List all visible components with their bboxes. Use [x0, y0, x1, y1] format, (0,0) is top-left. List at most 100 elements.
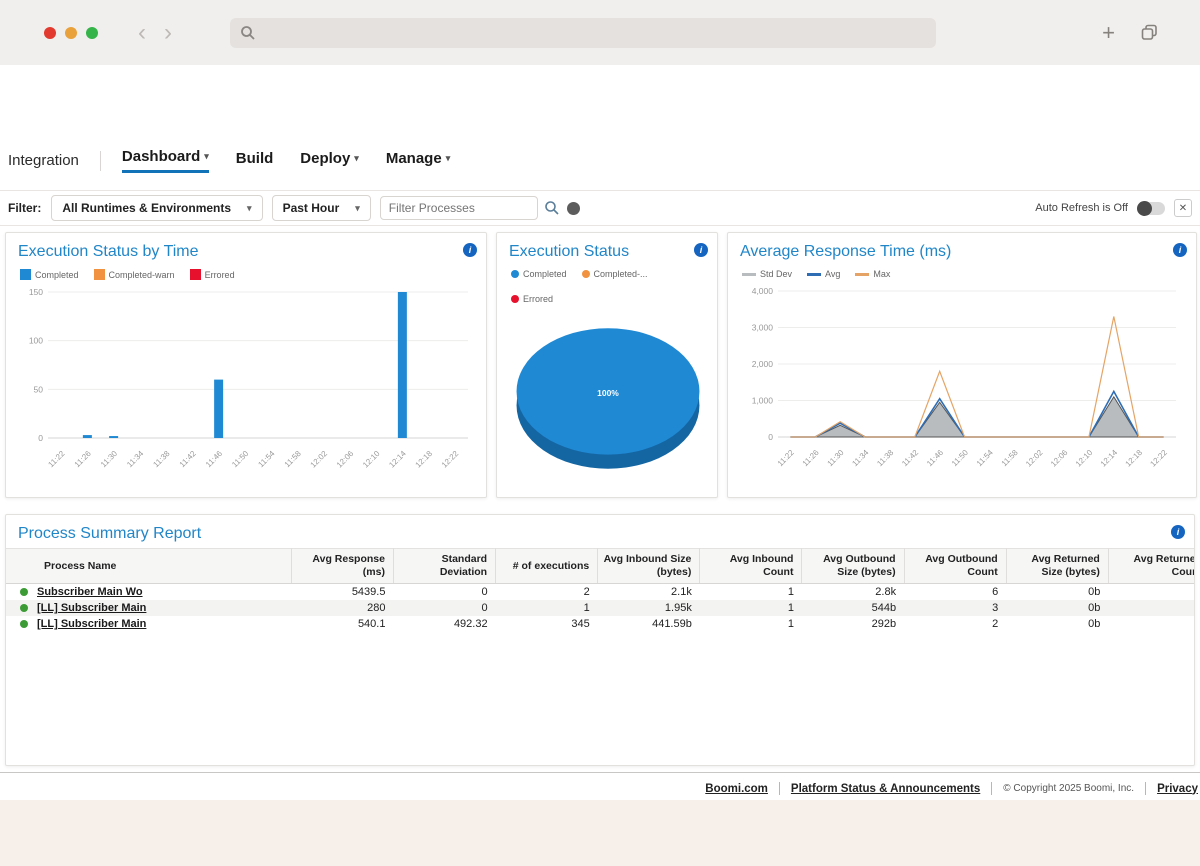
svg-text:4,000: 4,000 — [752, 286, 774, 296]
process-name-link[interactable]: [LL] Subscriber Main — [37, 602, 146, 614]
nav-item-label: Build — [236, 150, 274, 167]
chevron-down-icon: ▾ — [354, 153, 359, 163]
legend-item: Completed-warn — [94, 269, 175, 280]
legend-swatch — [582, 270, 590, 278]
filter-processes-input[interactable] — [380, 196, 538, 220]
main-nav: Dashboard ▾ Build Deploy▾ Manage ▾ — [122, 148, 450, 173]
maximize-window-button[interactable] — [86, 27, 98, 39]
svg-text:11:26: 11:26 — [801, 448, 821, 468]
process-name-cell: Subscriber Main Wo — [6, 584, 291, 601]
column-header[interactable]: Avg Inbound Count — [700, 549, 802, 584]
svg-text:12:02: 12:02 — [309, 449, 330, 470]
time-dropdown-value: Past Hour — [283, 201, 340, 215]
svg-text:2,000: 2,000 — [752, 359, 774, 369]
footer-divider — [1145, 782, 1146, 795]
bar-chart: 05010015011:2211:2611:3011:3411:3811:421… — [18, 284, 476, 486]
runtimes-environments-dropdown[interactable]: All Runtimes & Environments ▾ — [51, 195, 262, 221]
svg-text:12:14: 12:14 — [1099, 448, 1120, 469]
column-header[interactable]: Avg Outbound Size (bytes) — [802, 549, 904, 584]
info-icon[interactable]: i — [1171, 525, 1185, 539]
average-response-time-card: Average Response Time (ms) i Std DevAvgM… — [727, 232, 1197, 498]
legend-swatch — [511, 295, 519, 303]
nav-item-label: Manage — [386, 150, 442, 167]
auto-refresh-toggle[interactable] — [1137, 202, 1165, 215]
toggle-knob — [1137, 201, 1152, 216]
info-icon[interactable]: i — [463, 243, 477, 257]
browser-nav-arrows: ‹ › — [138, 21, 172, 45]
nav-item-manage[interactable]: Manage ▾ — [386, 150, 450, 172]
info-icon[interactable]: i — [1173, 243, 1187, 257]
back-icon[interactable]: ‹ — [138, 21, 146, 45]
chevron-down-icon: ▾ — [204, 151, 209, 161]
table-row: Subscriber Main Wo5439.5022.1k12.8k60b6 — [6, 584, 1194, 601]
svg-text:150: 150 — [29, 287, 43, 297]
browser-address-bar[interactable] — [230, 18, 936, 48]
svg-text:12:22: 12:22 — [1148, 448, 1169, 469]
legend-label: Errored — [523, 294, 553, 304]
runtimes-dropdown-value: All Runtimes & Environments — [62, 201, 231, 215]
table-cell: 0 — [1108, 616, 1194, 632]
table-cell: 0b — [1006, 584, 1108, 601]
column-header[interactable]: # of executions — [496, 549, 598, 584]
charts-row: Execution Status by Time i CompletedComp… — [5, 232, 1195, 498]
process-name-link[interactable]: Subscriber Main Wo — [37, 586, 143, 598]
column-header[interactable]: Avg Returned Count — [1108, 549, 1194, 584]
legend-label: Completed — [35, 270, 79, 280]
legend-label: Max — [873, 269, 890, 279]
table-cell: 3 — [904, 600, 1006, 616]
column-header[interactable]: Process Name — [6, 549, 291, 584]
service-name[interactable]: Integration — [8, 152, 79, 169]
table-cell: 492.32 — [393, 616, 495, 632]
nav-item-dashboard[interactable]: Dashboard ▾ — [122, 148, 209, 173]
search-button[interactable] — [544, 200, 560, 216]
footer-link-privacy[interactable]: Privacy — [1157, 783, 1198, 795]
svg-text:11:22: 11:22 — [776, 448, 796, 468]
close-window-button[interactable] — [44, 27, 56, 39]
chevron-down-icon: ▾ — [247, 203, 252, 214]
tab-overview-icon[interactable] — [1141, 24, 1158, 41]
forward-icon[interactable]: › — [164, 21, 172, 45]
legend-item: Errored — [190, 269, 235, 280]
table-cell: 1 — [700, 584, 802, 601]
nav-item-deploy[interactable]: Deploy▾ — [300, 150, 359, 172]
svg-text:12:10: 12:10 — [1074, 448, 1095, 469]
svg-text:11:46: 11:46 — [925, 448, 945, 468]
svg-text:11:30: 11:30 — [99, 449, 119, 469]
search-icon — [544, 200, 560, 216]
info-icon[interactable]: i — [694, 243, 708, 257]
column-header[interactable]: Avg Returned Size (bytes) — [1006, 549, 1108, 584]
table-cell: 292b — [802, 616, 904, 632]
top-navigation: Integration Dashboard ▾ Build Deploy▾ Manage… — [8, 148, 450, 173]
process-name-link[interactable]: [LL] Subscriber Main — [37, 618, 146, 630]
footer-link-status[interactable]: Platform Status & Announcements — [791, 783, 980, 795]
svg-text:50: 50 — [34, 384, 44, 394]
footer-link-boomi[interactable]: Boomi.com — [705, 783, 768, 795]
legend-item: Max — [855, 269, 890, 279]
svg-text:100: 100 — [29, 336, 43, 346]
execution-status-by-time-card: Execution Status by Time i CompletedComp… — [5, 232, 487, 498]
table-cell: 1.95k — [598, 600, 700, 616]
minimize-window-button[interactable] — [65, 27, 77, 39]
auto-refresh-label: Auto Refresh is Off — [1035, 202, 1128, 214]
column-header[interactable]: Avg Outbound Count — [904, 549, 1006, 584]
close-icon[interactable]: ✕ — [1174, 199, 1192, 217]
svg-text:0: 0 — [768, 432, 773, 442]
line-chart: 01,0002,0003,0004,00011:2211:2611:3011:3… — [740, 283, 1184, 485]
new-tab-icon[interactable]: + — [1102, 22, 1115, 44]
legend-label: Completed — [523, 269, 567, 279]
nav-item-label: Dashboard — [122, 148, 200, 165]
svg-text:11:50: 11:50 — [230, 449, 250, 469]
column-header[interactable]: Standard Deviation — [393, 549, 495, 584]
help-dot-icon[interactable] — [567, 202, 580, 215]
column-header[interactable]: Avg Inbound Size (bytes) — [598, 549, 700, 584]
nav-item-build[interactable]: Build — [236, 150, 274, 172]
column-header[interactable]: Avg Response (ms) — [291, 549, 393, 584]
time-range-dropdown[interactable]: Past Hour ▾ — [272, 195, 371, 221]
table-row: [LL] Subscriber Main280011.95k1544b30b0 — [6, 600, 1194, 616]
table-cell: 0 — [1108, 600, 1194, 616]
svg-text:11:34: 11:34 — [850, 448, 870, 468]
process-name-cell: [LL] Subscriber Main — [6, 616, 291, 632]
chevron-down-icon: ▾ — [446, 153, 451, 163]
table-cell: 441.59b — [598, 616, 700, 632]
svg-text:12:10: 12:10 — [361, 449, 382, 470]
